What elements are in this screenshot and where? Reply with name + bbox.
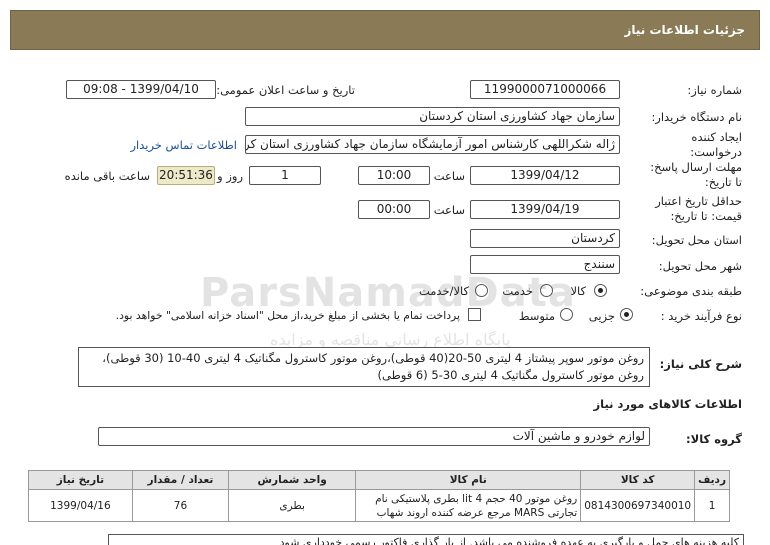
treasury-payment-note: پرداخت تمام یا بخشی از مبلغ خرید،از محل … bbox=[115, 309, 460, 322]
process-label: نوع فرآیند خرید : bbox=[660, 309, 742, 323]
creator-label: ایجاد کننده درخواست: bbox=[690, 130, 742, 159]
cell-unit: بطری bbox=[228, 489, 357, 522]
contact-buyer-link[interactable]: اطلاعات تماس خریدار bbox=[130, 138, 237, 152]
goods-group-field[interactable]: لوازم خودرو و ماشین آلات bbox=[98, 427, 650, 446]
goods-table-header: ردیف کد کالا نام کالا واحد شمارش تعداد /… bbox=[28, 470, 730, 490]
reply-date-field[interactable]: 1399/04/12 bbox=[470, 166, 620, 185]
validity-date-field[interactable]: 1399/04/19 bbox=[470, 200, 620, 219]
buyer-org-label: نام دستگاه خریدار: bbox=[651, 110, 742, 124]
remaining-time-field: 20:51:36 bbox=[157, 166, 215, 185]
cell-row: 1 bbox=[694, 489, 730, 522]
reply-time-field[interactable]: 10:00 bbox=[358, 166, 430, 185]
validity-time-field[interactable]: 00:00 bbox=[358, 200, 430, 219]
remaining-label: ساعت باقی مانده bbox=[64, 169, 150, 183]
days-field[interactable]: 1 bbox=[249, 166, 321, 185]
col-qty: تعداد / مقدار bbox=[131, 470, 230, 490]
process-minor-label: جزیی bbox=[588, 309, 615, 323]
process-medium-radio[interactable] bbox=[560, 308, 573, 321]
cell-date: 1399/04/16 bbox=[28, 489, 133, 522]
page-title: جزئیات اطلاعات نیاز bbox=[624, 23, 745, 37]
announce-field[interactable]: 1399/04/10 - 09:08 bbox=[66, 80, 216, 99]
announce-label: تاریخ و ساعت اعلان عمومی: bbox=[216, 83, 355, 97]
col-row: ردیف bbox=[694, 470, 730, 490]
page-header: جزئیات اطلاعات نیاز bbox=[10, 10, 760, 50]
city-field[interactable]: سنندج bbox=[470, 255, 620, 274]
reply-deadline-label: مهلت ارسال پاسخ: تا تاریخ: bbox=[650, 160, 742, 189]
category-goods-service-radio[interactable] bbox=[475, 284, 488, 297]
description-label: شرح کلی نیاز: bbox=[659, 357, 742, 371]
creator-field[interactable]: ژاله شکراللهی کارشناس امور آزمایشگاه ساز… bbox=[245, 135, 620, 154]
need-number-label: شماره نیاز: bbox=[687, 83, 742, 97]
goods-group-label: گروه کالا: bbox=[686, 432, 742, 446]
province-label: استان محل تحویل: bbox=[651, 233, 742, 247]
col-date: تاریخ نیاز bbox=[28, 470, 133, 490]
category-service-radio[interactable] bbox=[540, 284, 553, 297]
description-box: روغن موتور سوپر پیشتاز 4 لیتری 50-20(40 … bbox=[78, 347, 650, 387]
cell-name: روغن موتور 40 حجم 4 lit بطری پلاستیکی نا… bbox=[355, 489, 582, 522]
treasury-payment-checkbox[interactable] bbox=[468, 308, 481, 321]
category-goods-service-label: کالا/خدمت bbox=[418, 284, 469, 298]
buyer-notes-box: کلیه هزینه های حمل و بارگیری به عهده فرو… bbox=[108, 534, 744, 545]
reply-time-label: ساعت bbox=[433, 169, 465, 183]
process-minor-radio[interactable] bbox=[620, 308, 633, 321]
city-label: شهر محل تحویل: bbox=[658, 259, 742, 273]
validity-time-label: ساعت bbox=[433, 203, 465, 217]
description-line-2: روغن موتور کاسترول مگناتیک 4 لیتری 30-5 … bbox=[377, 368, 644, 382]
validity-label: حداقل تاریخ اعتبار قیمت: تا تاریخ: bbox=[655, 194, 742, 223]
col-unit: واحد شمارش bbox=[228, 470, 357, 490]
days-label: روز و bbox=[217, 169, 243, 183]
col-code: کد کالا bbox=[580, 470, 696, 490]
buyer-org-field[interactable]: سازمان جهاد کشاورزی استان کردستان bbox=[245, 107, 620, 126]
process-medium-label: متوسط bbox=[518, 309, 555, 323]
category-goods-radio[interactable] bbox=[594, 284, 607, 297]
need-number-field[interactable]: 1199000071000066 bbox=[470, 80, 620, 99]
category-service-label: خدمت bbox=[502, 284, 533, 298]
category-goods-label: کالا bbox=[570, 284, 586, 298]
goods-section-title: اطلاعات کالاهای مورد نیاز bbox=[593, 397, 742, 411]
col-name: نام کالا bbox=[355, 470, 582, 490]
goods-table: ردیف کد کالا نام کالا واحد شمارش تعداد /… bbox=[28, 470, 730, 522]
cell-code: 0814300697340010 bbox=[580, 489, 696, 522]
cell-qty: 76 bbox=[131, 489, 230, 522]
category-label: طبقه بندی موضوعی: bbox=[640, 284, 742, 298]
description-line-1: روغن موتور سوپر پیشتاز 4 لیتری 50-20(40 … bbox=[102, 351, 644, 365]
province-field[interactable]: کردستان bbox=[470, 229, 620, 248]
table-row[interactable]: 1 0814300697340010 روغن موتور 40 حجم 4 l… bbox=[28, 489, 730, 522]
